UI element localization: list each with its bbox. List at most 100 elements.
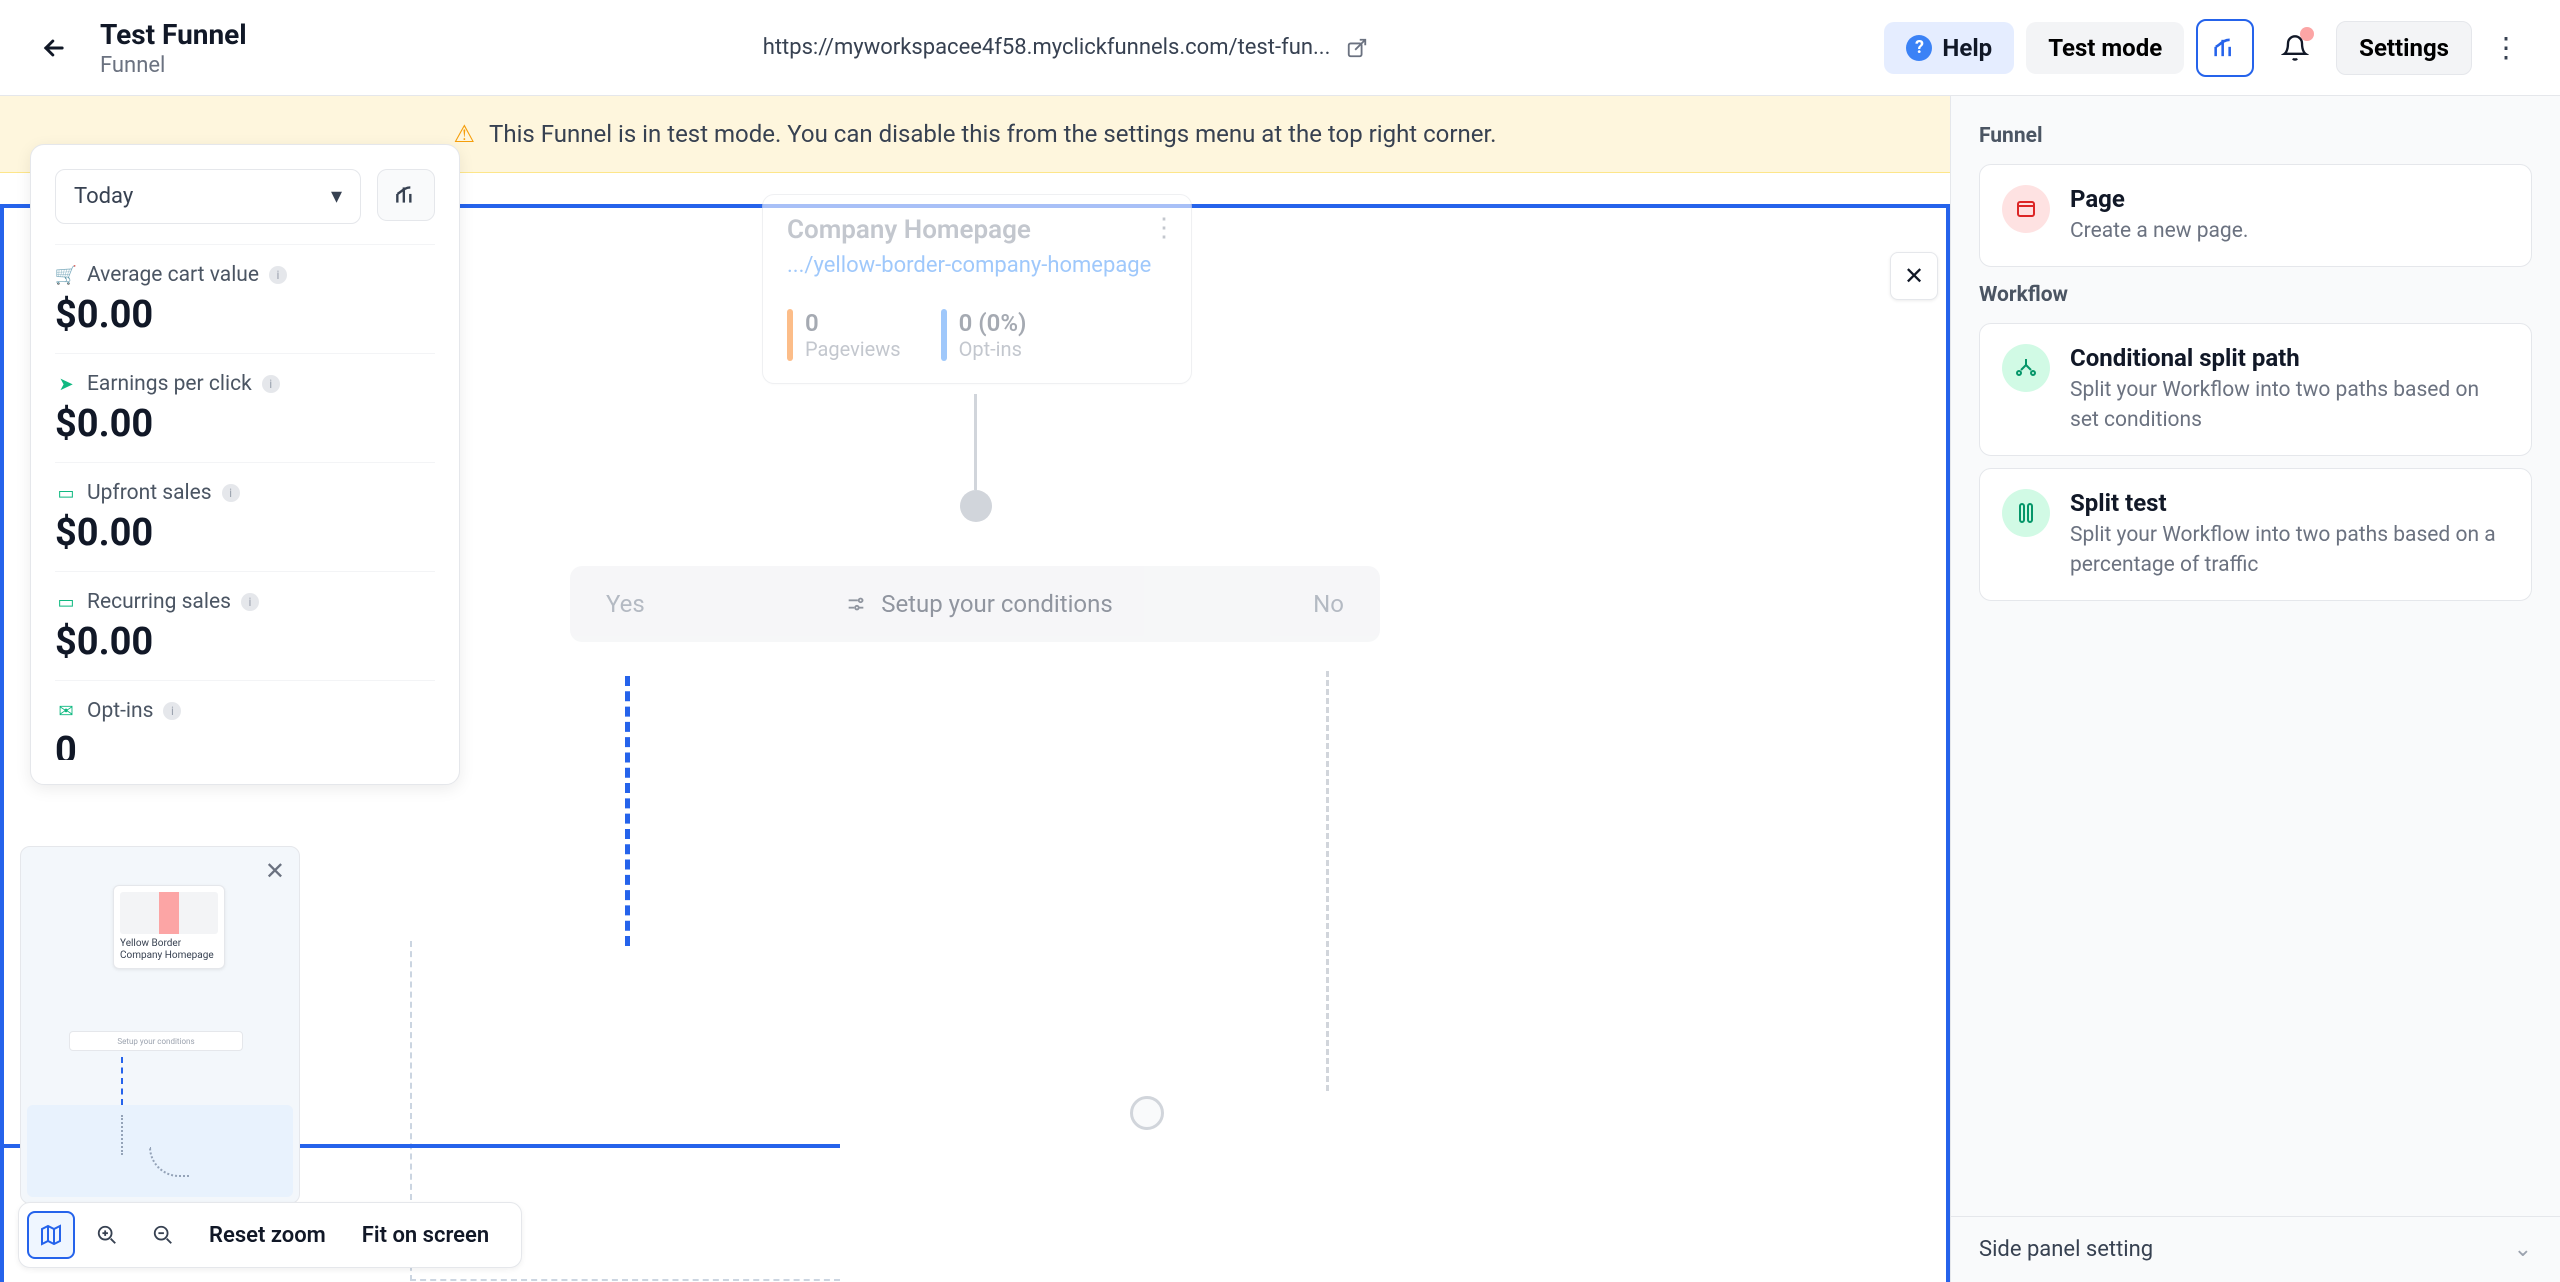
help-button[interactable]: ? Help <box>1884 22 2014 74</box>
side-panel-setting-toggle[interactable]: Side panel setting ⌄ <box>1951 1216 2560 1282</box>
app-header: Test Funnel Funnel https://myworkspacee4… <box>0 0 2560 96</box>
conditions-step[interactable]: Yes Setup your conditions No <box>570 566 1380 642</box>
money-icon: ▭ <box>55 482 77 504</box>
external-link-icon[interactable] <box>1346 37 1368 59</box>
minimap-conditions-bar: Setup your conditions <box>69 1031 243 1051</box>
condition-no-label: No <box>1313 590 1344 618</box>
info-icon[interactable]: i <box>222 484 240 502</box>
minimap-path-extra <box>121 1115 123 1155</box>
card-desc: Split your Workflow into two paths based… <box>2070 376 2509 435</box>
arrow-left-icon <box>40 34 68 62</box>
map-icon <box>39 1223 63 1247</box>
page-card-stats: 0 Pageviews 0 (0%) Opt-ins <box>787 309 1167 361</box>
minimap-toggle-button[interactable] <box>27 1211 75 1259</box>
fit-screen-button[interactable]: Fit on screen <box>348 1223 503 1248</box>
info-icon[interactable]: i <box>241 593 259 611</box>
add-conditional-split-card[interactable]: Conditional split path Split your Workfl… <box>1979 323 2532 456</box>
info-icon[interactable]: i <box>269 266 287 284</box>
test-tube-icon <box>2002 489 2050 537</box>
condition-yes-label: Yes <box>606 590 645 618</box>
back-button[interactable] <box>32 26 76 70</box>
workflow-canvas[interactable]: ⚠ This Funnel is in test mode. You can d… <box>0 96 1950 1282</box>
stat-row-recurring: ▭Recurring salesi $0.00 <box>55 571 435 680</box>
url-text: https://myworkspacee4f58.myclickfunnels.… <box>763 35 1331 60</box>
stat-row-avg-cart: 🛒 Average cart value i $0.00 <box>55 244 435 353</box>
stat-optins: 0 (0%) Opt-ins <box>941 309 1027 361</box>
page-title: Test Funnel <box>100 18 247 51</box>
settings-button[interactable]: Settings <box>2336 21 2472 75</box>
add-page-card[interactable]: Page Create a new page. <box>1979 164 2532 267</box>
banner-message: This Funnel is in test mode. You can dis… <box>489 120 1496 148</box>
info-icon[interactable]: i <box>262 375 280 393</box>
funnel-page-card[interactable]: Company Homepage .../yellow-border-compa… <box>762 194 1192 384</box>
minimap-bar-label: Setup your conditions <box>117 1037 194 1046</box>
connector-line <box>974 394 977 490</box>
info-icon[interactable]: i <box>163 702 181 720</box>
analytics-toggle-button[interactable] <box>2196 19 2254 77</box>
side-panel-setting-label: Side panel setting <box>1979 1237 2153 1262</box>
split-icon <box>2002 344 2050 392</box>
reset-zoom-button[interactable]: Reset zoom <box>195 1223 340 1248</box>
stat-row-epc: ➤Earnings per clicki $0.00 <box>55 353 435 462</box>
stats-chart-button[interactable] <box>377 169 435 221</box>
page-card-url: .../yellow-border-company-homepage <box>787 251 1167 281</box>
stat-label: Upfront sales <box>87 481 212 505</box>
chart-icon <box>393 182 419 208</box>
card-desc: Split your Workflow into two paths based… <box>2070 521 2509 580</box>
caret-down-icon: ▾ <box>331 184 342 209</box>
stat-pageviews: 0 Pageviews <box>787 309 901 361</box>
zoom-out-icon <box>152 1224 174 1246</box>
pageviews-value: 0 <box>805 309 901 337</box>
panel-heading-workflow: Workflow <box>1979 283 2532 307</box>
stat-row-optins: ✉Opt-insi 0 <box>55 680 435 760</box>
stats-panel: Today ▾ 🛒 Average cart value i $0.00 ➤Earn… <box>30 144 460 785</box>
warning-icon: ⚠ <box>454 120 476 148</box>
test-mode-button[interactable]: Test mode <box>2026 22 2184 74</box>
notification-dot <box>2300 27 2314 41</box>
stat-row-upfront: ▭ Upfront sales i $0.00 <box>55 462 435 571</box>
condition-setup-label: Setup your conditions <box>881 590 1113 618</box>
minimap-page-card: Yellow Border Company Homepage <box>113 885 225 969</box>
more-menu-button[interactable]: ⋮ <box>2484 23 2528 72</box>
date-range-select[interactable]: Today ▾ <box>55 169 361 224</box>
connector-node[interactable] <box>960 490 992 522</box>
header-actions: ? Help Test mode Settings ⋮ <box>1884 19 2528 77</box>
minimap-close-button[interactable]: ✕ <box>265 857 285 885</box>
card-desc: Create a new page. <box>2070 217 2248 246</box>
chart-icon <box>2211 34 2239 62</box>
stat-bar-blue <box>941 309 947 361</box>
card-title: Split test <box>2070 489 2509 517</box>
stat-value: $0.00 <box>55 293 435 337</box>
card-title: Page <box>2070 185 2248 213</box>
page-title-block: Test Funnel Funnel <box>100 18 247 78</box>
pageviews-label: Pageviews <box>805 337 901 361</box>
url-display: https://myworkspacee4f58.myclickfunnels.… <box>271 35 1861 60</box>
cursor-icon: ➤ <box>55 373 77 395</box>
notifications-button[interactable] <box>2266 19 2324 77</box>
chevron-down-icon: ⌄ <box>2514 1237 2532 1262</box>
zoom-in-icon <box>96 1224 118 1246</box>
stat-value: 0 <box>55 729 435 760</box>
panel-heading-funnel: Funnel <box>1979 124 2532 148</box>
cart-icon: 🛒 <box>55 264 77 286</box>
page-icon <box>2002 185 2050 233</box>
stat-label: Average cart value <box>87 263 259 287</box>
path-no-line <box>1326 671 1329 1091</box>
stat-value: $0.00 <box>55 511 435 555</box>
close-panel-button[interactable]: ✕ <box>1890 252 1938 300</box>
stat-label: Opt-ins <box>87 699 153 723</box>
minimap-card-text: Yellow Border Company Homepage <box>120 938 218 962</box>
right-side-panel: Funnel Page Create a new page. Workflow … <box>1950 96 2560 1282</box>
minimap[interactable]: ✕ Yellow Border Company Homepage Setup y… <box>20 846 300 1204</box>
add-split-test-card[interactable]: Split test Split your Workflow into two … <box>1979 468 2532 601</box>
condition-setup[interactable]: Setup your conditions <box>845 590 1113 618</box>
money-icon: ▭ <box>55 591 77 613</box>
page-card-menu[interactable]: ⋮ <box>1151 213 1177 243</box>
stat-value: $0.00 <box>55 620 435 664</box>
question-icon: ? <box>1906 35 1932 61</box>
optins-value: 0 (0%) <box>959 309 1027 337</box>
zoom-in-button[interactable] <box>83 1211 131 1259</box>
stat-bar-orange <box>787 309 793 361</box>
path-node[interactable] <box>1130 1096 1164 1130</box>
zoom-out-button[interactable] <box>139 1211 187 1259</box>
